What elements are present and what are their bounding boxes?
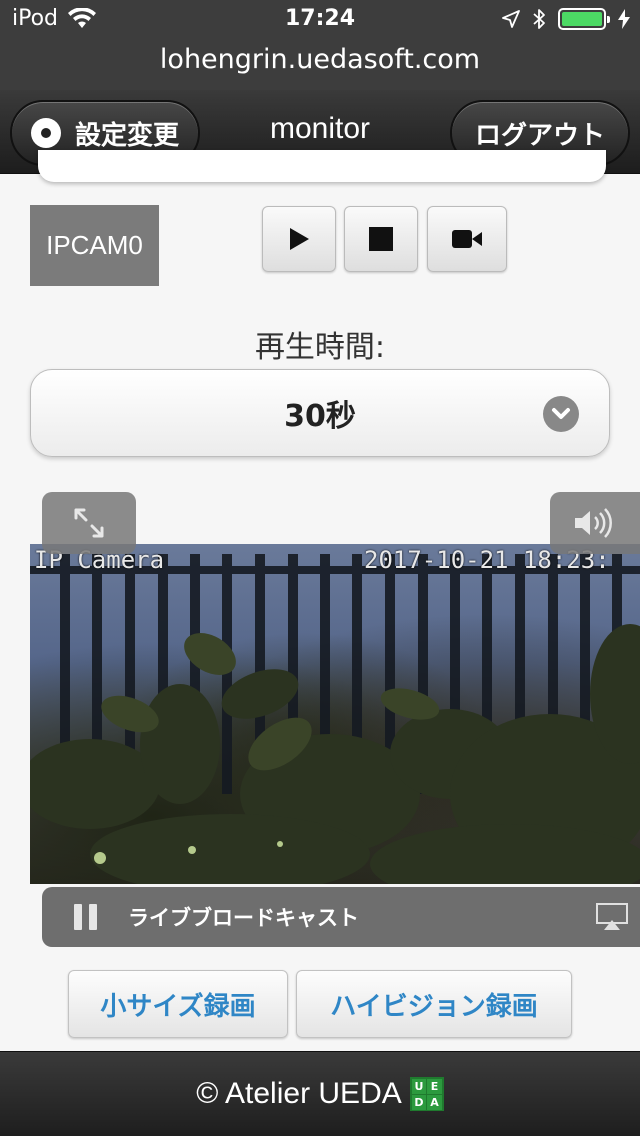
stop-icon [369,227,393,251]
logo-letter: A [427,1095,442,1110]
battery-indicator [558,8,610,30]
hd-record-button[interactable]: ハイビジョン録画 [296,970,572,1038]
status-bar: iPod 17:24 [0,0,640,40]
speaker-icon [575,508,612,538]
play-icon [290,228,309,250]
airplay-button[interactable] [596,903,628,935]
logo-letter: U [411,1079,427,1094]
gear-icon [30,118,61,148]
small-size-record-label: 小サイズ録画 [100,991,256,1022]
fullscreen-button[interactable] [42,492,136,554]
copyright-text: © Atelier UEDA [196,1077,402,1110]
bluetooth-icon [533,9,545,29]
settings-button-label: 設定変更 [74,120,179,151]
small-size-record-button[interactable]: 小サイズ録画 [68,970,288,1038]
previous-field-edge [38,150,606,182]
battery-fill [562,12,602,26]
fence-and-plants-scene [30,554,640,884]
video-frame: IP Camera 2017-10-21 18:23: [30,544,640,884]
url-domain: lohengrin.uedasoft.com [159,44,481,75]
play-button[interactable] [262,206,336,272]
airplay-icon [596,903,628,930]
chevron-down-icon [543,396,579,432]
logout-button-label: ログアウト [474,120,605,151]
stop-button[interactable] [344,206,418,272]
location-arrow-icon [502,10,520,28]
charging-bolt-icon [618,9,630,29]
hd-record-label: ハイビジョン録画 [330,991,538,1022]
url-bar[interactable]: lohengrin.uedasoft.com [0,40,640,90]
camera-badge: IPCAM0 [30,205,159,286]
video-camera-icon [452,230,482,248]
video-player[interactable]: IP Camera 2017-10-21 18:23: [30,544,640,884]
live-broadcast-label: ライブブロードキャスト [128,906,359,930]
playback-duration-value: 30秒 [284,399,356,434]
footer: © Atelier UEDA U E D A [0,1051,640,1136]
pause-icon-bar [88,904,97,930]
ueda-logo: U E D A [409,1077,444,1111]
volume-button[interactable] [550,492,640,554]
record-button[interactable] [427,206,507,272]
pause-icon [73,904,82,930]
pause-button[interactable] [42,887,128,947]
playback-duration-label: 再生時間: [254,330,386,365]
logo-letter: D [411,1095,427,1110]
status-right [502,8,630,30]
video-controls-bar: ライブブロードキャスト [42,887,640,947]
playback-duration-select[interactable]: 30秒 [30,369,610,457]
expand-icon [74,508,104,538]
logo-letter: E [427,1079,442,1094]
